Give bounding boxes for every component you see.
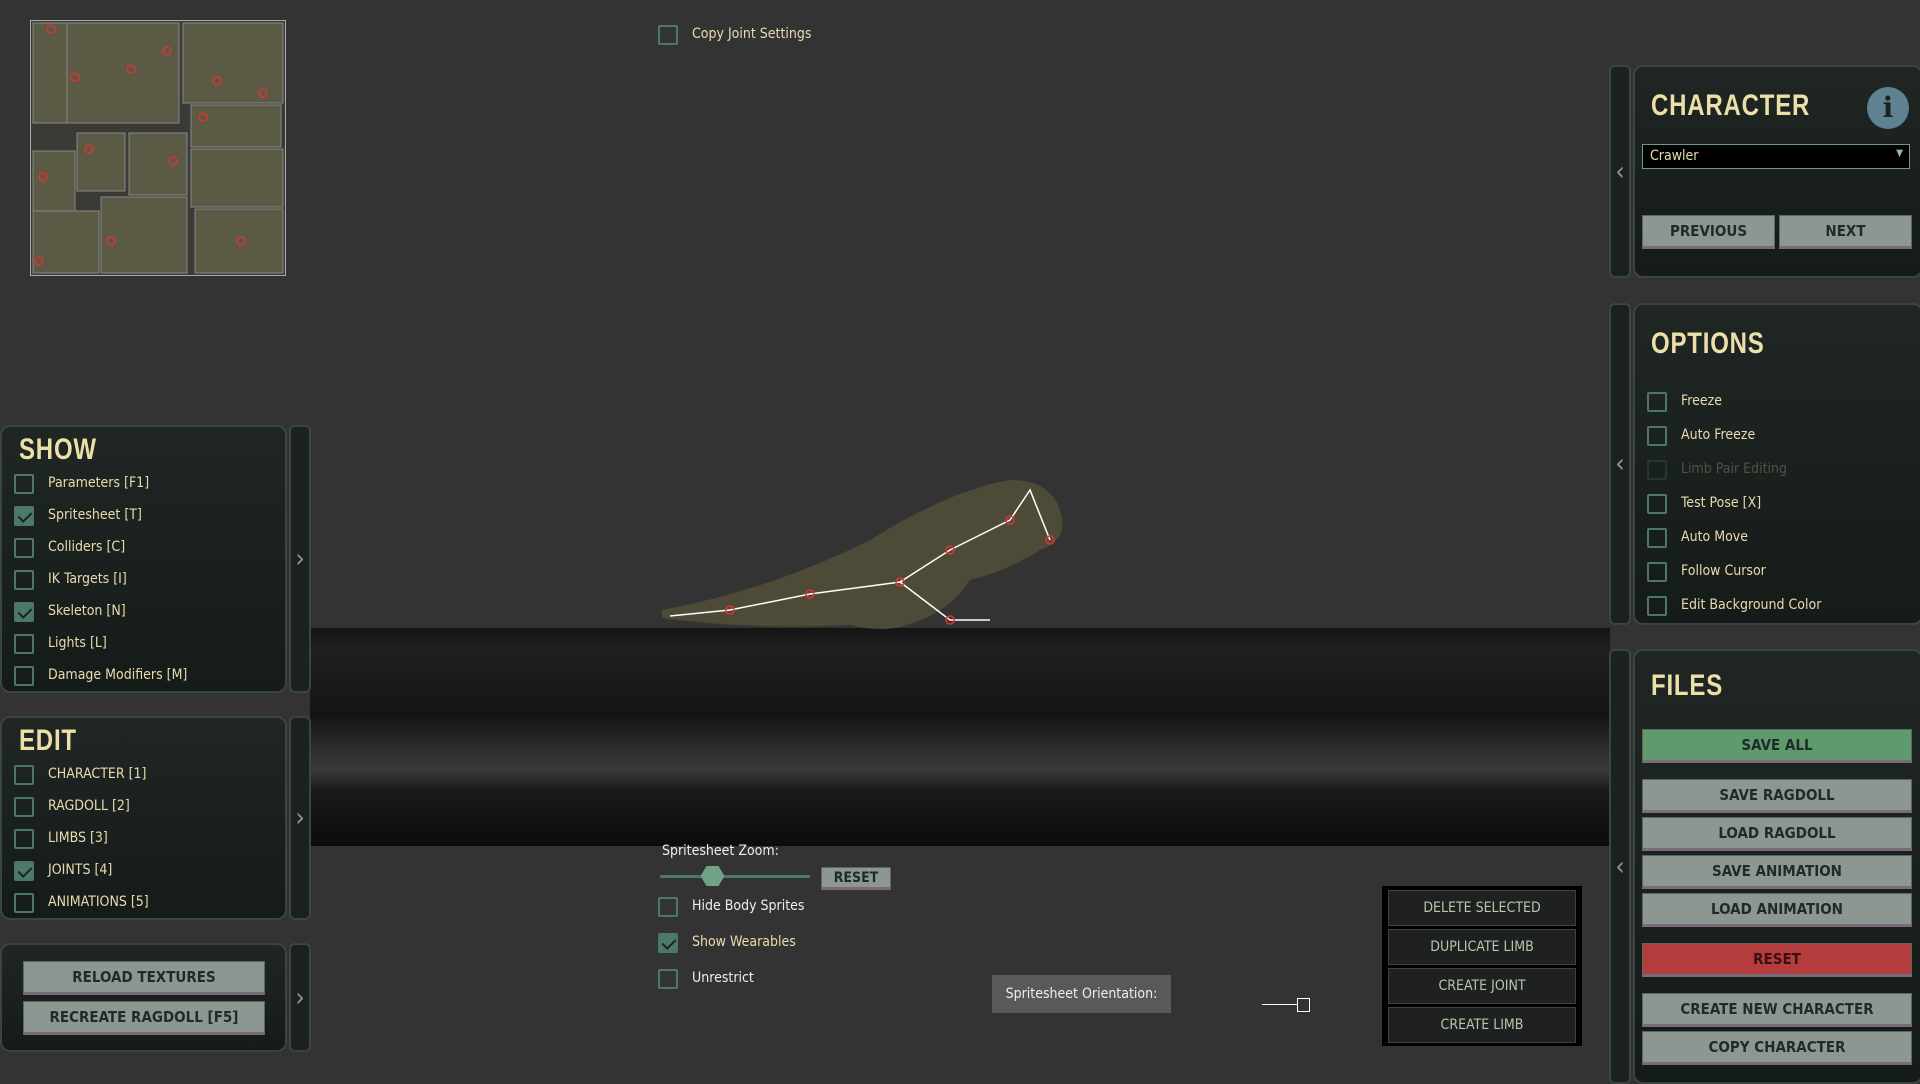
copy-joint-settings-checkbox[interactable]: [658, 25, 678, 45]
copy-joint-settings-label: Copy Joint Settings: [692, 26, 812, 42]
files-panel: FILES SAVE ALL SAVE RAGDOLL LOAD RAGDOLL SA…: [1633, 649, 1920, 1084]
show-item-checkbox[interactable]: [14, 634, 34, 654]
character-panel: CHARACTER i Crawler ▼ PREVIOUS NEXT: [1633, 65, 1920, 278]
spritesheet-zoom-reset-button[interactable]: RESET: [821, 867, 891, 890]
slider-handle[interactable]: [700, 866, 725, 886]
edit-item-checkbox[interactable]: [14, 861, 34, 881]
option-item-checkbox[interactable]: [1647, 460, 1667, 480]
option-item-checkbox[interactable]: [1647, 596, 1667, 616]
save-animation-button[interactable]: SAVE ANIMATION: [1642, 855, 1912, 889]
option-item-checkbox[interactable]: [1647, 426, 1667, 446]
edit-item-label: RAGDOLL [2]: [48, 798, 130, 814]
option-item-checkbox[interactable]: [1647, 528, 1667, 548]
files-panel-toggle[interactable]: ‹: [1609, 649, 1631, 1084]
edit-item-checkbox[interactable]: [14, 797, 34, 817]
tools-panel: RELOAD TEXTURES RECREATE RAGDOLL [F5]: [0, 943, 287, 1052]
character-panel-toggle[interactable]: ‹: [1609, 65, 1631, 278]
edit-item-checkbox[interactable]: [14, 829, 34, 849]
edit-item-label: ANIMATIONS [5]: [48, 894, 149, 910]
ground-floor: [310, 628, 1610, 846]
orientation-handle[interactable]: [1297, 998, 1310, 1012]
spritesheet-zoom-label: Spritesheet Zoom:: [662, 843, 779, 859]
show-title: SHOW: [19, 433, 97, 466]
spritesheet-option-checkbox[interactable]: [658, 933, 678, 953]
create-limb-button[interactable]: CREATE LIMB: [1388, 1007, 1576, 1043]
duplicate-limb-button[interactable]: DUPLICATE LIMB: [1388, 929, 1576, 965]
option-item-label: Test Pose [X]: [1681, 495, 1762, 511]
show-item-label: IK Targets [I]: [48, 571, 127, 587]
edit-panel: EDIT CHARACTER [1] RAGDOLL [2] LIMBS [3] JO…: [0, 716, 287, 920]
show-item-checkbox[interactable]: [14, 666, 34, 686]
load-ragdoll-button[interactable]: LOAD RAGDOLL: [1642, 817, 1912, 851]
option-item-label: Auto Freeze: [1681, 427, 1756, 443]
recreate-ragdoll-button[interactable]: RECREATE RAGDOLL [F5]: [23, 1001, 265, 1035]
option-item-checkbox[interactable]: [1647, 562, 1667, 582]
show-item-checkbox[interactable]: [14, 602, 34, 622]
options-title: OPTIONS: [1651, 327, 1765, 360]
show-item-label: Spritesheet [T]: [48, 507, 142, 523]
option-item-label: Limb Pair Editing: [1681, 461, 1788, 477]
edit-title: EDIT: [19, 724, 77, 757]
edit-item-label: LIMBS [3]: [48, 830, 108, 846]
load-animation-button[interactable]: LOAD ANIMATION: [1642, 893, 1912, 927]
save-ragdoll-button[interactable]: SAVE RAGDOLL: [1642, 779, 1912, 813]
edit-item-checkbox[interactable]: [14, 893, 34, 913]
show-item-label: Colliders [C]: [48, 539, 126, 555]
spritesheet-sprites: [32, 22, 284, 274]
spritesheet-zoom-slider[interactable]: [660, 875, 810, 878]
show-item-checkbox[interactable]: [14, 506, 34, 526]
edit-item-label: CHARACTER [1]: [48, 766, 147, 782]
show-item-label: Skeleton [N]: [48, 603, 126, 619]
files-title: FILES: [1651, 669, 1724, 702]
character-title: CHARACTER: [1651, 89, 1811, 122]
option-item-checkbox[interactable]: [1647, 494, 1667, 514]
show-item-label: Parameters [F1]: [48, 475, 150, 491]
spritesheet-option-label: Unrestrict: [692, 970, 754, 986]
chevron-down-icon: ▼: [1896, 148, 1903, 159]
info-icon[interactable]: i: [1867, 87, 1909, 129]
orientation-line: [1262, 1004, 1298, 1005]
spritesheet-option-label: Hide Body Sprites: [692, 898, 805, 914]
edit-item-label: JOINTS [4]: [48, 862, 113, 878]
option-item-label: Auto Move: [1681, 529, 1749, 545]
limb-actions-group: DELETE SELECTED DUPLICATE LIMB CREATE JOIN…: [1382, 886, 1582, 1046]
spritesheet-option-checkbox[interactable]: [658, 897, 678, 917]
show-panel: SHOW Parameters [F1] Spritesheet [T] Colli…: [0, 425, 287, 693]
reset-button[interactable]: RESET: [1642, 943, 1912, 977]
create-new-character-button[interactable]: CREATE NEW CHARACTER: [1642, 993, 1912, 1027]
show-item-checkbox[interactable]: [14, 570, 34, 590]
character-select[interactable]: Crawler ▼: [1642, 144, 1910, 169]
spritesheet-preview[interactable]: [30, 20, 286, 276]
copy-character-button[interactable]: COPY CHARACTER: [1642, 1031, 1912, 1065]
option-item-label: Freeze: [1681, 393, 1722, 409]
spritesheet-option-checkbox[interactable]: [658, 969, 678, 989]
character-select-value: Crawler: [1650, 148, 1699, 164]
options-panel-toggle[interactable]: ‹: [1609, 303, 1631, 625]
character-crawler[interactable]: [650, 470, 1090, 650]
show-panel-toggle[interactable]: ›: [289, 425, 311, 693]
edit-panel-toggle[interactable]: ›: [289, 716, 311, 920]
show-item-label: Lights [L]: [48, 635, 107, 651]
option-item-label: Follow Cursor: [1681, 563, 1766, 579]
edit-item-checkbox[interactable]: [14, 765, 34, 785]
spritesheet-option-label: Show Wearables: [692, 934, 796, 950]
show-item-label: Damage Modifiers [M]: [48, 667, 188, 683]
delete-selected-button[interactable]: DELETE SELECTED: [1388, 890, 1576, 926]
next-character-button[interactable]: NEXT: [1779, 215, 1912, 249]
create-joint-button[interactable]: CREATE JOINT: [1388, 968, 1576, 1004]
previous-character-button[interactable]: PREVIOUS: [1642, 215, 1775, 249]
show-item-checkbox[interactable]: [14, 538, 34, 558]
reload-textures-button[interactable]: RELOAD TEXTURES: [23, 961, 265, 995]
option-item-checkbox[interactable]: [1647, 392, 1667, 412]
options-panel: OPTIONS Freeze Auto Freeze Limb Pair Editi…: [1633, 303, 1920, 625]
option-item-label: Edit Background Color: [1681, 597, 1822, 613]
show-item-checkbox[interactable]: [14, 474, 34, 494]
tools-panel-toggle[interactable]: ›: [289, 943, 311, 1052]
save-all-button[interactable]: SAVE ALL: [1642, 729, 1912, 763]
spritesheet-orientation-label: Spritesheet Orientation:: [992, 975, 1171, 1013]
